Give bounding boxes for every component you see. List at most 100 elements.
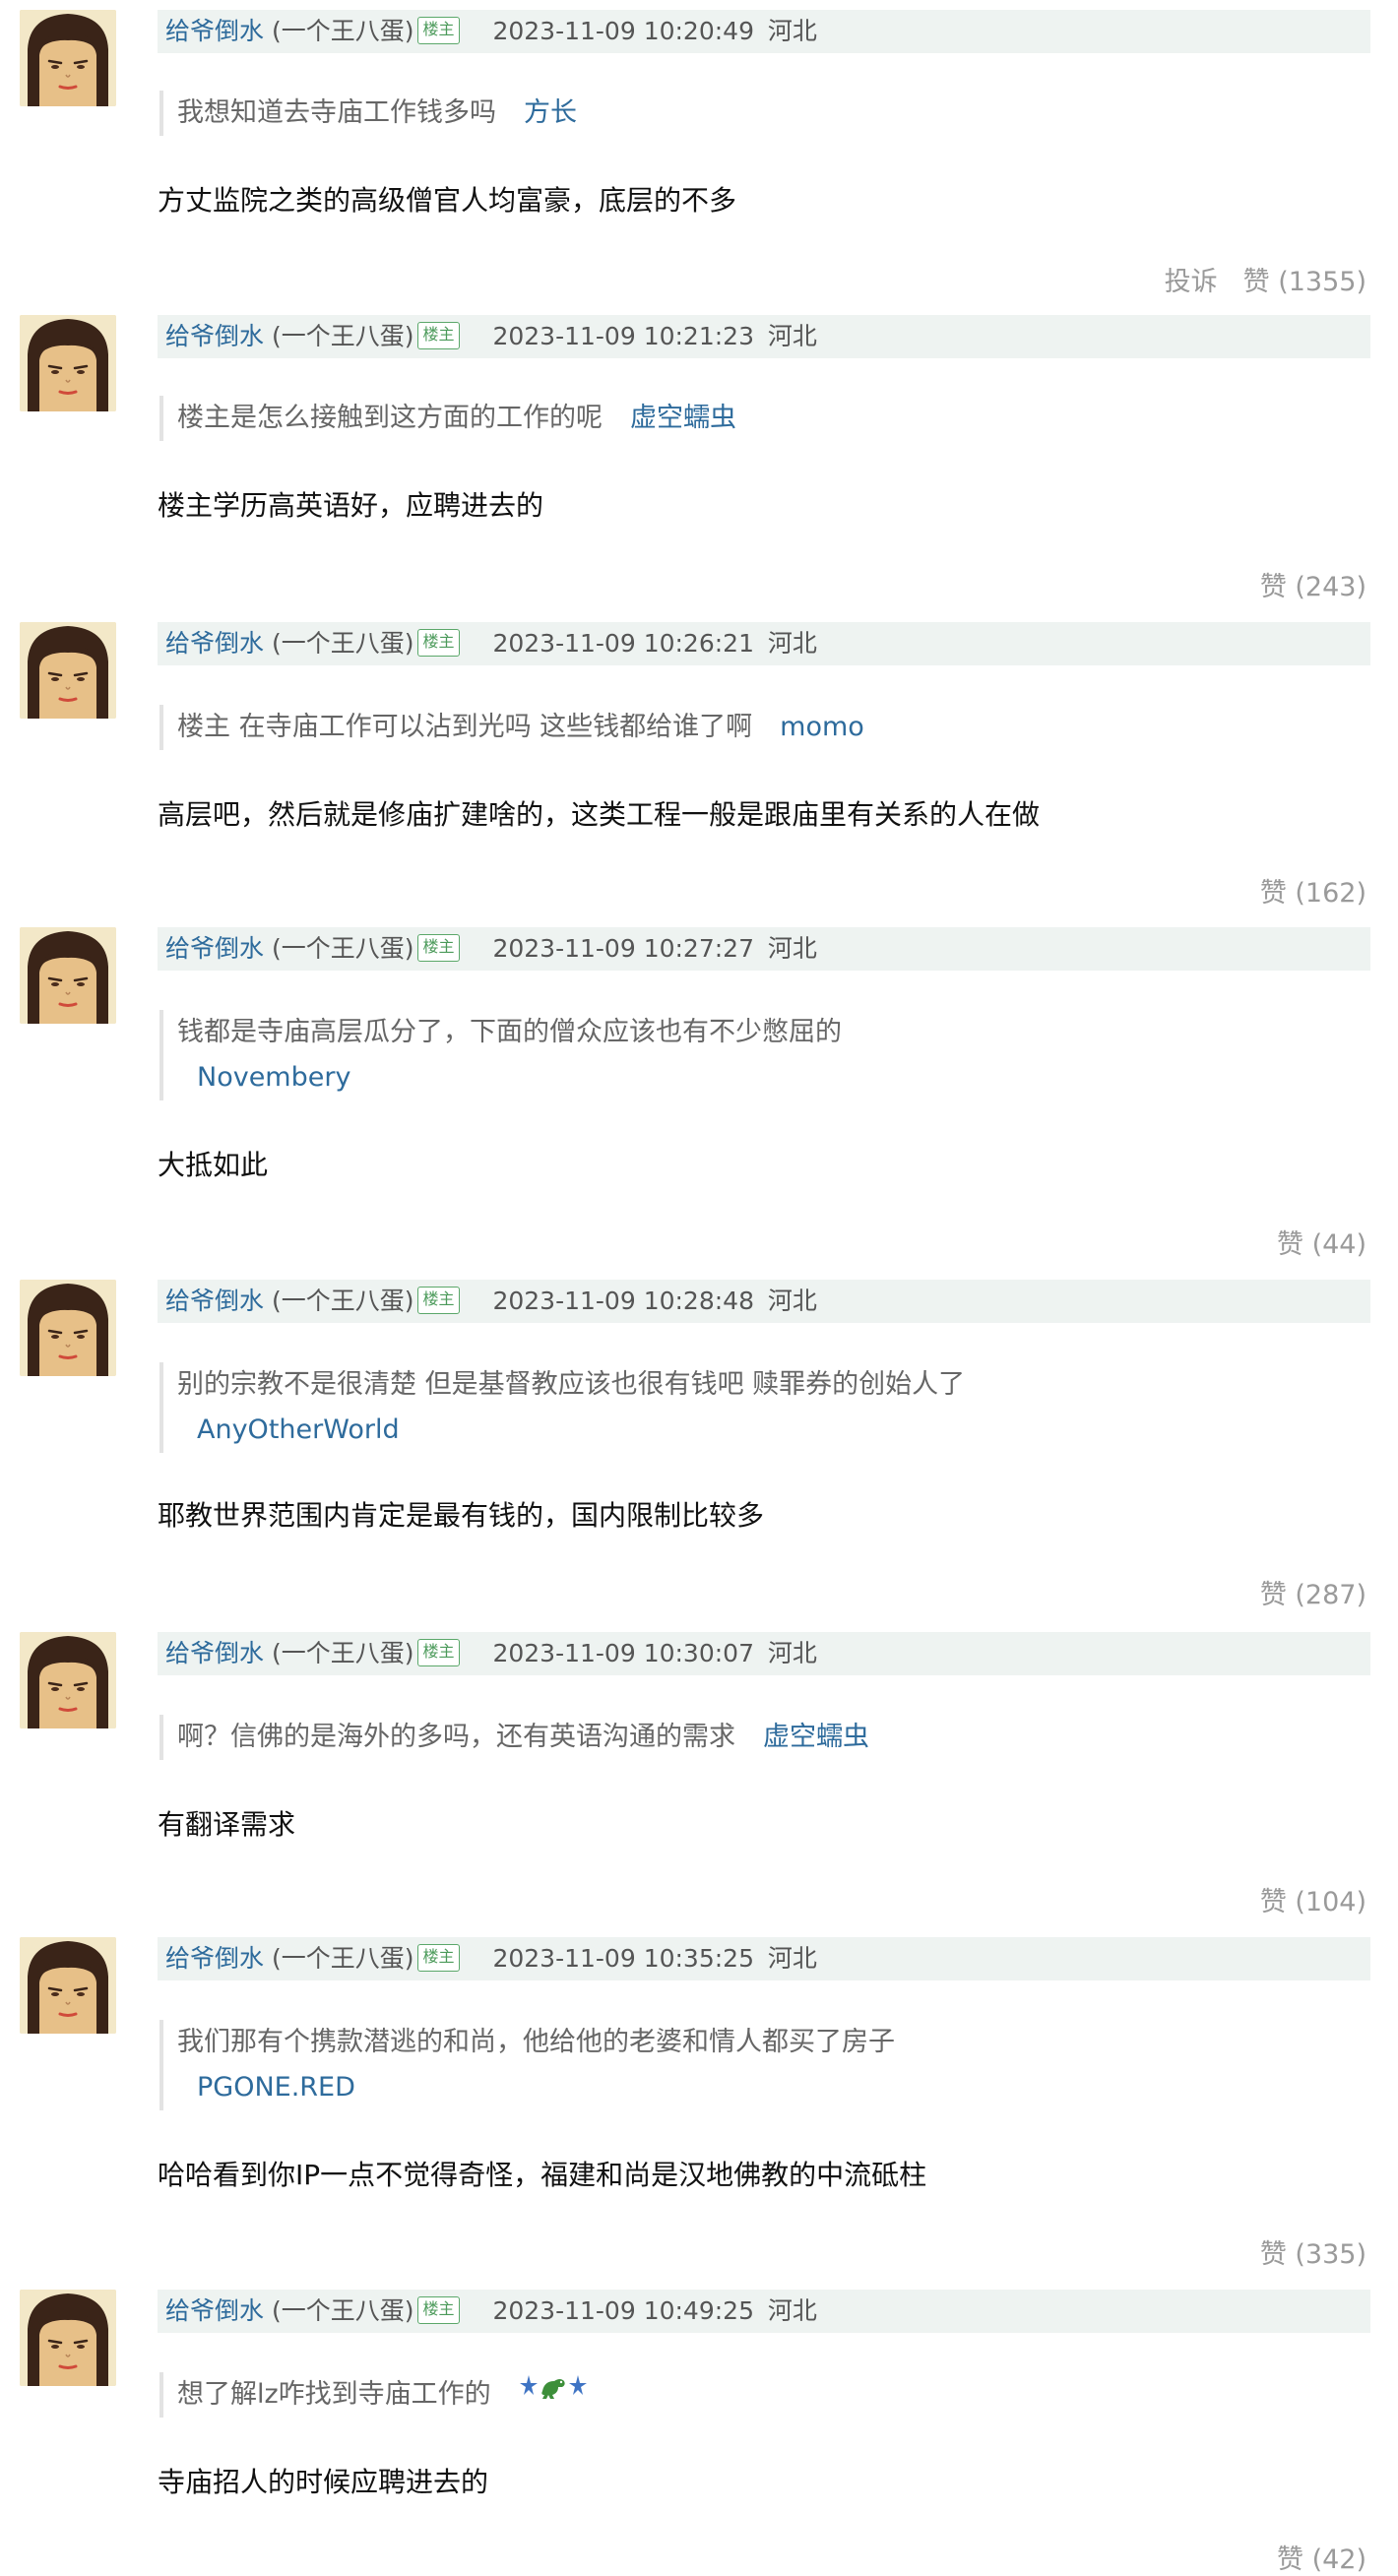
- op-badge: 楼主: [417, 628, 460, 657]
- quote-text: 楼主是怎么接触到这方面的工作的呢: [177, 403, 603, 433]
- author-nickname: (一个王八蛋): [271, 322, 414, 350]
- op-badge: 楼主: [417, 321, 460, 349]
- comment-time: 2023-11-09 10:27:27: [492, 934, 754, 963]
- comment-actions: 投诉赞 (1355): [1165, 260, 1366, 298]
- comment-location: 河北: [767, 322, 817, 350]
- comment-meta: 给爷倒水 (一个王八蛋) 楼主 2023-11-09 10:35:25 河北: [158, 1937, 1370, 1980]
- report-button[interactable]: 投诉: [1165, 267, 1218, 297]
- author-link[interactable]: 给爷倒水: [165, 1944, 264, 1973]
- op-badge: 楼主: [417, 1286, 460, 1314]
- author-nickname: (一个王八蛋): [271, 1287, 414, 1315]
- comment-meta: 给爷倒水 (一个王八蛋) 楼主 2023-11-09 10:49:25 河北: [158, 2290, 1370, 2333]
- quote-author-link[interactable]: PGONE.RED: [197, 2065, 1162, 2110]
- author-nickname: (一个王八蛋): [271, 17, 414, 45]
- quote-author-link[interactable]: AnyOtherWorld: [197, 1408, 1162, 1453]
- like-button[interactable]: 赞 (104): [1260, 1887, 1366, 1917]
- quoted-comment: 钱都是寺庙高层瓜分了，下面的僧众应该也有不少憋屈的 Novembery: [159, 1010, 1162, 1100]
- quote-author-link[interactable]: Novembery: [197, 1055, 1162, 1100]
- op-badge: 楼主: [417, 933, 460, 962]
- comment-time: 2023-11-09 10:20:49: [492, 17, 754, 45]
- comment-meta: 给爷倒水 (一个王八蛋) 楼主 2023-11-09 10:27:27 河北: [158, 927, 1370, 971]
- avatar[interactable]: [20, 927, 116, 1024]
- comment-meta: 给爷倒水 (一个王八蛋) 楼主 2023-11-09 10:21:23 河北: [158, 315, 1370, 358]
- quoted-comment: 啊？信佛的是海外的多吗，还有英语沟通的需求 虚空蠕虫: [159, 1715, 1162, 1760]
- avatar[interactable]: [20, 1937, 116, 2034]
- quote-text: 楼主 在寺庙工作可以沾到光吗 这些钱都给谁了啊: [177, 712, 753, 742]
- comment-time: 2023-11-09 10:21:23: [492, 322, 754, 350]
- comment-actions: 赞 (335): [1260, 2232, 1366, 2271]
- op-badge: 楼主: [417, 1943, 460, 1972]
- avatar[interactable]: [20, 315, 116, 411]
- quote-author-link[interactable]: 方长: [524, 97, 577, 128]
- author-nickname: (一个王八蛋): [271, 1944, 414, 1973]
- like-button[interactable]: 赞 (1355): [1243, 267, 1366, 297]
- comment-time: 2023-11-09 10:35:25: [492, 1944, 754, 1973]
- comment-body: 楼主学历高英语好，应聘进去的: [158, 489, 544, 522]
- comment-body: 有翻译需求: [158, 1808, 296, 1841]
- comment-location: 河北: [767, 1287, 817, 1315]
- sparkle-dinosaur-sparkle-icon[interactable]: [519, 2370, 588, 2416]
- op-badge: 楼主: [417, 2295, 460, 2324]
- avatar[interactable]: [20, 622, 116, 719]
- author-nickname: (一个王八蛋): [271, 1639, 414, 1667]
- like-button[interactable]: 赞 (243): [1260, 572, 1366, 602]
- like-button[interactable]: 赞 (287): [1260, 1580, 1366, 1610]
- comment-time: 2023-11-09 10:26:21: [492, 629, 754, 658]
- comment-location: 河北: [767, 629, 817, 658]
- quote-author-link[interactable]: 虚空蠕虫: [763, 1722, 869, 1752]
- quoted-comment: 我想知道去寺庙工作钱多吗 方长: [159, 91, 1162, 136]
- op-badge: 楼主: [417, 16, 460, 44]
- quote-text: 啊？信佛的是海外的多吗，还有英语沟通的需求: [177, 1722, 735, 1752]
- avatar[interactable]: [20, 1632, 116, 1728]
- comment-body: 高层吧，然后就是修庙扩建啥的，这类工程一般是跟庙里有关系的人在做: [158, 798, 1041, 831]
- comment-location: 河北: [767, 1639, 817, 1667]
- quoted-comment: 楼主是怎么接触到这方面的工作的呢 虚空蠕虫: [159, 396, 1162, 441]
- avatar[interactable]: [20, 2290, 116, 2386]
- quote-author-link[interactable]: momo: [780, 712, 864, 742]
- author-link[interactable]: 给爷倒水: [165, 934, 264, 963]
- like-button[interactable]: 赞 (42): [1277, 2545, 1366, 2575]
- comment-time: 2023-11-09 10:49:25: [492, 2296, 754, 2325]
- comment-actions: 赞 (104): [1260, 1880, 1366, 1918]
- comment-actions: 赞 (42): [1277, 2538, 1366, 2576]
- quoted-comment: 我们那有个携款潜逃的和尚，他给他的老婆和情人都买了房子 PGONE.RED: [159, 2020, 1162, 2110]
- comment-time: 2023-11-09 10:30:07: [492, 1639, 754, 1667]
- quote-text: 我想知道去寺庙工作钱多吗: [177, 97, 496, 128]
- comment-body: 耶教世界范围内肯定是最有钱的，国内限制比较多: [158, 1499, 765, 1532]
- comment-meta: 给爷倒水 (一个王八蛋) 楼主 2023-11-09 10:28:48 河北: [158, 1280, 1370, 1323]
- quoted-comment: 想了解lz咋找到寺庙工作的: [159, 2372, 1162, 2418]
- comment-body: 方丈监院之类的高级僧官人均富豪，底层的不多: [158, 184, 737, 217]
- comment-actions: 赞 (287): [1260, 1573, 1366, 1611]
- author-nickname: (一个王八蛋): [271, 2296, 414, 2325]
- author-link[interactable]: 给爷倒水: [165, 1639, 264, 1667]
- avatar[interactable]: [20, 1280, 116, 1376]
- comment-location: 河北: [767, 2296, 817, 2325]
- quote-text: 我们那有个携款潜逃的和尚，他给他的老婆和情人都买了房子: [177, 2027, 895, 2057]
- comment-meta: 给爷倒水 (一个王八蛋) 楼主 2023-11-09 10:26:21 河北: [158, 622, 1370, 665]
- like-button[interactable]: 赞 (162): [1260, 878, 1366, 909]
- comment-time: 2023-11-09 10:28:48: [492, 1287, 754, 1315]
- avatar[interactable]: [20, 10, 116, 106]
- author-link[interactable]: 给爷倒水: [165, 629, 264, 658]
- quote-text: 钱都是寺庙高层瓜分了，下面的僧众应该也有不少憋屈的: [177, 1017, 842, 1047]
- author-nickname: (一个王八蛋): [271, 629, 414, 658]
- quote-text: 别的宗教不是很清楚 但是基督教应该也很有钱吧 赎罪券的创始人了: [177, 1369, 966, 1400]
- author-link[interactable]: 给爷倒水: [165, 2296, 264, 2325]
- comment-actions: 赞 (243): [1260, 565, 1366, 603]
- quote-text: 想了解lz咋找到寺庙工作的: [177, 2379, 491, 2410]
- author-link[interactable]: 给爷倒水: [165, 1287, 264, 1315]
- author-link[interactable]: 给爷倒水: [165, 17, 264, 45]
- comment-body: 大抵如此: [158, 1149, 269, 1181]
- op-badge: 楼主: [417, 1638, 460, 1666]
- comment-actions: 赞 (162): [1260, 871, 1366, 910]
- comment-body: 寺庙招人的时候应聘进去的: [158, 2466, 489, 2498]
- quoted-comment: 楼主 在寺庙工作可以沾到光吗 这些钱都给谁了啊 momo: [159, 705, 1162, 750]
- author-link[interactable]: 给爷倒水: [165, 322, 264, 350]
- quoted-comment: 别的宗教不是很清楚 但是基督教应该也很有钱吧 赎罪券的创始人了 AnyOtherW…: [159, 1362, 1162, 1453]
- comment-meta: 给爷倒水 (一个王八蛋) 楼主 2023-11-09 10:30:07 河北: [158, 1632, 1370, 1675]
- like-button[interactable]: 赞 (335): [1260, 2239, 1366, 2270]
- comment-actions: 赞 (44): [1277, 1223, 1366, 1261]
- like-button[interactable]: 赞 (44): [1277, 1229, 1366, 1260]
- comment-body: 哈哈看到你IP一点不觉得奇怪，福建和尚是汉地佛教的中流砥柱: [158, 2159, 927, 2191]
- quote-author-link[interactable]: 虚空蠕虫: [630, 403, 736, 433]
